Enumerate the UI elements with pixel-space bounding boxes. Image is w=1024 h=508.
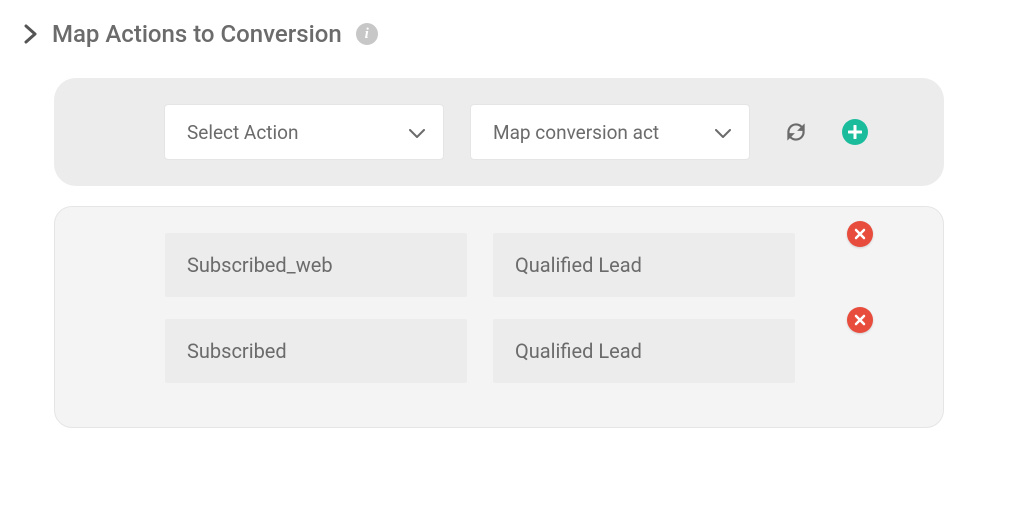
mapping-row: Subscribed_web Qualified Lead [85, 233, 913, 297]
chevron-down-icon [409, 121, 425, 144]
mapping-action-value: Subscribed [165, 319, 467, 383]
select-conversion-label: Map conversion act [493, 121, 659, 144]
select-action-label: Select Action [187, 121, 298, 144]
selector-panel: Select Action Map conversion act [54, 78, 944, 186]
add-mapping-button[interactable] [842, 119, 868, 145]
chevron-right-icon [24, 24, 38, 44]
select-action-dropdown[interactable]: Select Action [164, 104, 444, 160]
mapping-action-value: Subscribed_web [165, 233, 467, 297]
remove-mapping-button[interactable] [847, 221, 873, 247]
info-icon[interactable]: i [356, 23, 378, 45]
select-conversion-dropdown[interactable]: Map conversion act [470, 104, 750, 160]
mappings-panel: Subscribed_web Qualified Lead Subscribed Qu… [54, 206, 944, 428]
mapping-conversion-value: Qualified Lead [493, 319, 795, 383]
refresh-button[interactable] [776, 112, 816, 152]
section-header: Map Actions to Conversion i [24, 20, 1000, 48]
chevron-down-icon [715, 121, 731, 144]
section-title: Map Actions to Conversion [52, 20, 342, 48]
mapping-conversion-value: Qualified Lead [493, 233, 795, 297]
mapping-row: Subscribed Qualified Lead [85, 319, 913, 383]
remove-mapping-button[interactable] [847, 307, 873, 333]
